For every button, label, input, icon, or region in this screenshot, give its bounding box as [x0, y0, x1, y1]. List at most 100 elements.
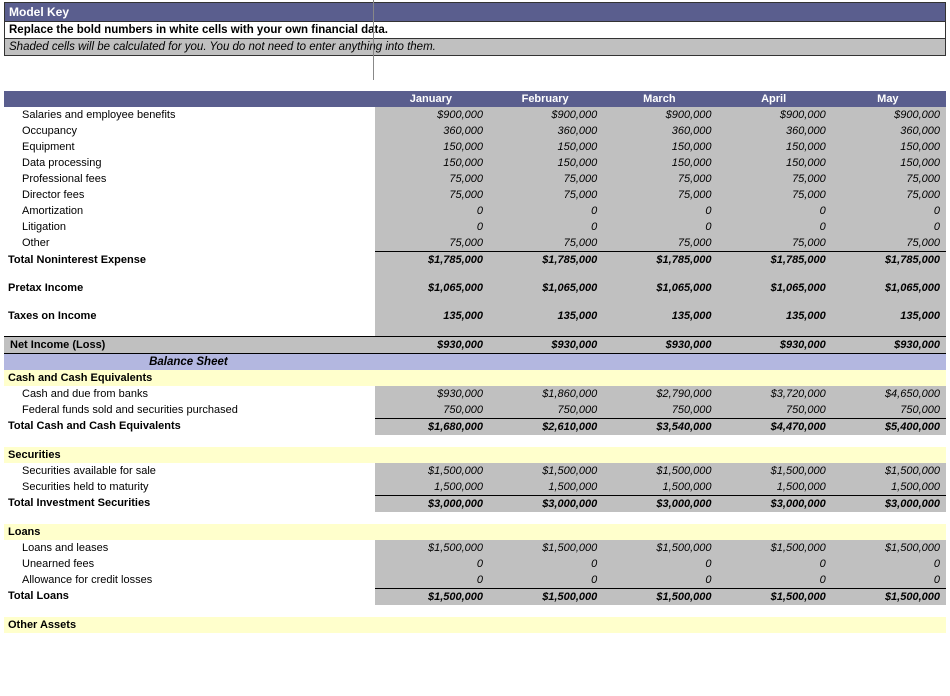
cell-val[interactable]: 0 — [832, 556, 946, 572]
cell-val[interactable]: 360,000 — [832, 123, 946, 139]
cell-val[interactable]: 135,000 — [832, 308, 946, 324]
cell-val[interactable]: $1,860,000 — [489, 386, 603, 402]
cell-val[interactable]: 750,000 — [375, 402, 489, 419]
cell-val[interactable]: 150,000 — [717, 139, 831, 155]
cell-label: Other Assets — [4, 617, 375, 633]
cell-val[interactable]: 75,000 — [832, 187, 946, 203]
cell-val[interactable]: 0 — [832, 219, 946, 235]
cell-val[interactable]: 360,000 — [375, 123, 489, 139]
cell-val[interactable]: 750,000 — [489, 402, 603, 419]
cell-label: Unearned fees — [4, 556, 375, 572]
cell-val: $1,785,000 — [717, 252, 831, 269]
cell-val[interactable]: 75,000 — [375, 171, 489, 187]
cell-val[interactable]: 0 — [489, 556, 603, 572]
cell-val[interactable]: 150,000 — [603, 139, 717, 155]
spacer — [4, 324, 946, 336]
cell-val[interactable]: 0 — [832, 572, 946, 589]
cell-val[interactable]: 360,000 — [717, 123, 831, 139]
cell-val[interactable]: $930,000 — [375, 386, 489, 402]
cell-val[interactable]: 1,500,000 — [489, 479, 603, 496]
cell-label: Pretax Income — [4, 280, 375, 296]
cell-val[interactable]: 0 — [717, 203, 831, 219]
cell-label: Director fees — [4, 187, 375, 203]
cell-val[interactable]: $1,500,000 — [603, 540, 717, 556]
cell-val[interactable]: $1,500,000 — [375, 540, 489, 556]
cell-val[interactable]: 75,000 — [489, 235, 603, 252]
header-mar: March — [603, 91, 717, 107]
cell-val[interactable]: 0 — [489, 219, 603, 235]
cell-val[interactable]: $1,500,000 — [489, 540, 603, 556]
cell-val[interactable]: 75,000 — [832, 235, 946, 252]
cell-val[interactable]: 0 — [489, 572, 603, 589]
cell-val[interactable]: 75,000 — [375, 235, 489, 252]
cell-val[interactable]: 1,500,000 — [603, 479, 717, 496]
cell-val[interactable]: $900,000 — [375, 107, 489, 123]
cell-val[interactable]: $4,650,000 — [832, 386, 946, 402]
cell-val[interactable]: 150,000 — [603, 155, 717, 171]
cell-val[interactable]: 0 — [489, 203, 603, 219]
cell-val[interactable]: 75,000 — [832, 171, 946, 187]
cell-val[interactable]: 150,000 — [489, 139, 603, 155]
cell-val[interactable]: 75,000 — [489, 187, 603, 203]
cell-val[interactable]: 1,500,000 — [832, 479, 946, 496]
model-key-box: Model Key Replace the bold numbers in wh… — [4, 2, 946, 56]
cell-val[interactable]: 750,000 — [832, 402, 946, 419]
cell-val[interactable]: 75,000 — [603, 171, 717, 187]
cell-val[interactable]: $900,000 — [832, 107, 946, 123]
cell-val[interactable]: $900,000 — [489, 107, 603, 123]
cell-val[interactable]: 1,500,000 — [375, 479, 489, 496]
cell-val[interactable]: $900,000 — [717, 107, 831, 123]
cell-val[interactable]: 0 — [603, 203, 717, 219]
cell-val[interactable]: $1,500,000 — [603, 463, 717, 479]
cell-val[interactable]: 360,000 — [603, 123, 717, 139]
cell-val[interactable]: 0 — [375, 219, 489, 235]
cell-val[interactable]: $3,720,000 — [717, 386, 831, 402]
cell-val[interactable]: 150,000 — [375, 155, 489, 171]
cell-val[interactable]: 135,000 — [603, 308, 717, 324]
cell-val[interactable]: 0 — [375, 203, 489, 219]
cell-val: $930,000 — [717, 336, 831, 353]
cell-val: $1,065,000 — [717, 280, 831, 296]
cell-val[interactable]: 75,000 — [489, 171, 603, 187]
cell-label: Cash and due from banks — [4, 386, 375, 402]
cell-val[interactable]: $2,790,000 — [603, 386, 717, 402]
cell-val[interactable]: $900,000 — [603, 107, 717, 123]
cell-val[interactable]: 360,000 — [489, 123, 603, 139]
cell-val[interactable]: 0 — [375, 572, 489, 589]
cell-val[interactable]: $1,500,000 — [832, 540, 946, 556]
cell-val[interactable]: 1,500,000 — [717, 479, 831, 496]
row-other: Other 75,000 75,000 75,000 75,000 75,000 — [4, 235, 946, 252]
cell-val[interactable]: 75,000 — [717, 171, 831, 187]
cell-val[interactable]: 150,000 — [489, 155, 603, 171]
cell-val[interactable]: $1,500,000 — [832, 463, 946, 479]
cell-val[interactable]: $1,500,000 — [717, 463, 831, 479]
cell-val[interactable]: 135,000 — [717, 308, 831, 324]
cell-val[interactable]: 135,000 — [489, 308, 603, 324]
cell-val[interactable]: 0 — [717, 572, 831, 589]
cell-val[interactable]: 0 — [603, 556, 717, 572]
month-header-row: January February March April May — [4, 91, 946, 107]
cell-val[interactable]: 75,000 — [375, 187, 489, 203]
cell-val[interactable]: 0 — [717, 219, 831, 235]
cell-val[interactable]: 750,000 — [603, 402, 717, 419]
cell-val[interactable]: 135,000 — [375, 308, 489, 324]
cell-val[interactable]: $1,500,000 — [717, 540, 831, 556]
cell-val[interactable]: 75,000 — [603, 187, 717, 203]
cell-val[interactable]: 0 — [832, 203, 946, 219]
cell-val[interactable]: 75,000 — [717, 235, 831, 252]
cell-val[interactable]: 0 — [717, 556, 831, 572]
cell-val[interactable]: 0 — [603, 219, 717, 235]
cell-label: Net Income (Loss) — [4, 336, 375, 353]
cell-val[interactable]: 0 — [603, 572, 717, 589]
cell-val[interactable]: 750,000 — [717, 402, 831, 419]
cell-val[interactable]: 150,000 — [832, 155, 946, 171]
cell-val[interactable]: 150,000 — [717, 155, 831, 171]
cell-val[interactable]: 0 — [375, 556, 489, 572]
cell-val[interactable]: 150,000 — [375, 139, 489, 155]
cell-val[interactable]: 75,000 — [717, 187, 831, 203]
header-jan: January — [375, 91, 489, 107]
cell-val[interactable]: $1,500,000 — [375, 463, 489, 479]
cell-val[interactable]: 75,000 — [603, 235, 717, 252]
cell-val[interactable]: 150,000 — [832, 139, 946, 155]
cell-val[interactable]: $1,500,000 — [489, 463, 603, 479]
